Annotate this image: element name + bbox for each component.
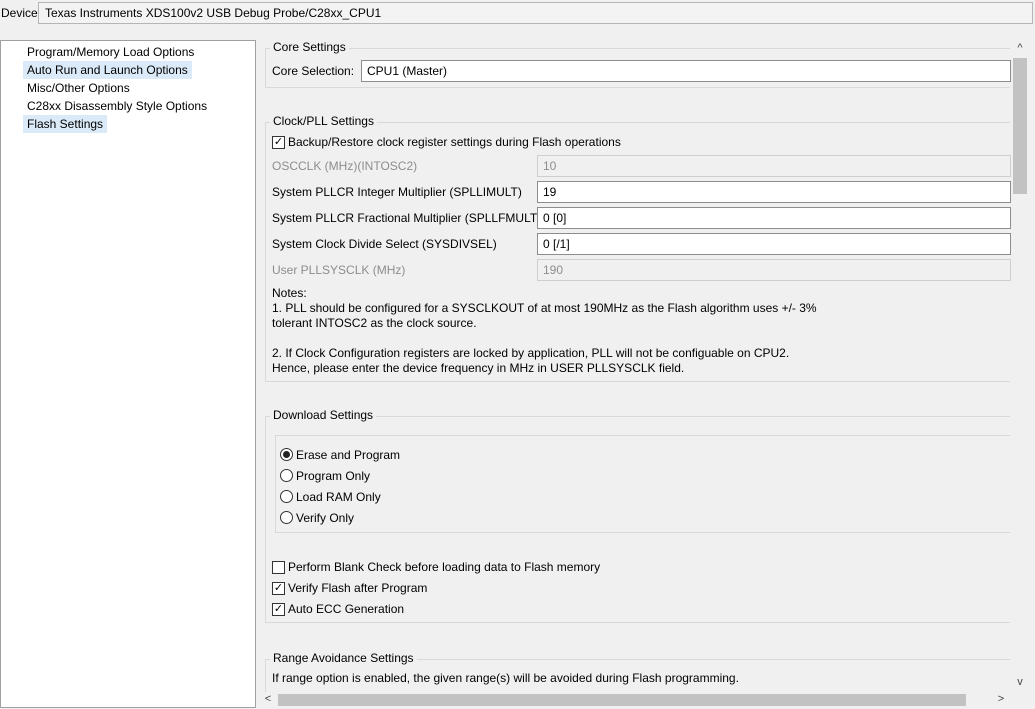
auto-ecc-label: Auto ECC Generation bbox=[288, 602, 405, 616]
device-field[interactable]: Texas Instruments XDS100v2 USB Debug Pro… bbox=[38, 2, 1033, 24]
note1-line1: 1. PLL should be configured for a SYSCLK… bbox=[272, 301, 817, 315]
note1-line2: tolerant INTOSC2 as the clock source. bbox=[272, 316, 477, 330]
pllsysclk-label: User PLLSYSCLK (MHz) bbox=[272, 263, 406, 277]
erase-and-program-radio[interactable] bbox=[280, 448, 293, 461]
program-only-label: Program Only bbox=[296, 469, 371, 483]
backup-restore-label: Backup/Restore clock register settings d… bbox=[288, 135, 621, 149]
program-only-radio[interactable] bbox=[280, 469, 293, 482]
scroll-left-arrow-icon[interactable]: < bbox=[259, 693, 277, 705]
blank-check-label: Perform Blank Check before loading data … bbox=[288, 560, 601, 574]
auto-ecc-checkbox[interactable]: ✓ bbox=[272, 603, 285, 616]
download-settings-title: Download Settings bbox=[270, 408, 377, 422]
sysdivsel-label: System Clock Divide Select (SYSDIVSEL) bbox=[272, 237, 497, 251]
sysdivsel-field[interactable]: 0 [/1] bbox=[537, 233, 1011, 255]
pllsysclk-field: 190 bbox=[537, 259, 1011, 281]
load-ram-only-radio[interactable] bbox=[280, 490, 293, 503]
erase-and-program-label: Erase and Program bbox=[296, 448, 401, 462]
verify-only-radio[interactable] bbox=[280, 511, 293, 524]
tree-item-disassembly-style[interactable]: C28xx Disassembly Style Options bbox=[23, 97, 211, 115]
settings-panel: Core Settings Core Selection: CPU1 (Mast… bbox=[259, 38, 1035, 709]
scroll-right-arrow-icon[interactable]: > bbox=[992, 693, 1010, 705]
clock-pll-title: Clock/PLL Settings bbox=[270, 114, 377, 128]
core-selection-dropdown[interactable]: CPU1 (Master) bbox=[361, 60, 1011, 82]
verify-only-label: Verify Only bbox=[296, 511, 355, 525]
horizontal-scroll-thumb[interactable] bbox=[278, 694, 966, 706]
tree-item-program-memory-load[interactable]: Program/Memory Load Options bbox=[23, 43, 198, 61]
verify-flash-label: Verify Flash after Program bbox=[288, 581, 428, 595]
backup-restore-checkbox[interactable]: ✓ bbox=[272, 136, 285, 149]
options-tree: Program/Memory Load Options Auto Run and… bbox=[0, 40, 256, 708]
spllimult-label: System PLLCR Integer Multiplier (SPLLIMU… bbox=[272, 185, 522, 199]
range-avoidance-text: If range option is enabled, the given ra… bbox=[272, 671, 739, 685]
oscclk-field: 10 bbox=[537, 155, 1011, 177]
core-settings-title: Core Settings bbox=[270, 40, 349, 54]
vertical-scroll-thumb[interactable] bbox=[1013, 58, 1027, 194]
load-ram-only-label: Load RAM Only bbox=[296, 490, 381, 504]
range-avoidance-title: Range Avoidance Settings bbox=[270, 651, 417, 665]
notes-title: Notes: bbox=[272, 286, 307, 300]
spllfmult-field[interactable]: 0 [0] bbox=[537, 207, 1011, 229]
device-label: Device bbox=[1, 6, 38, 20]
spllimult-field[interactable]: 19 bbox=[537, 181, 1011, 203]
scroll-down-arrow-icon[interactable]: v bbox=[1011, 676, 1029, 688]
note2-line1: 2. If Clock Configuration registers are … bbox=[272, 346, 790, 360]
note2-line2: Hence, please enter the device frequency… bbox=[272, 361, 685, 375]
tree-item-flash-settings[interactable]: Flash Settings bbox=[23, 115, 108, 133]
tree-item-misc-other[interactable]: Misc/Other Options bbox=[23, 79, 134, 97]
oscclk-label: OSCCLK (MHz)(INTOSC2) bbox=[272, 159, 418, 173]
tree-item-auto-run-launch[interactable]: Auto Run and Launch Options bbox=[23, 61, 192, 79]
core-selection-label: Core Selection: bbox=[272, 64, 355, 78]
scroll-up-arrow-icon[interactable]: ^ bbox=[1011, 42, 1029, 54]
blank-check-checkbox[interactable] bbox=[272, 561, 285, 574]
spllfmult-label: System PLLCR Fractional Multiplier (SPLL… bbox=[272, 211, 542, 225]
verify-flash-checkbox[interactable]: ✓ bbox=[272, 582, 285, 595]
